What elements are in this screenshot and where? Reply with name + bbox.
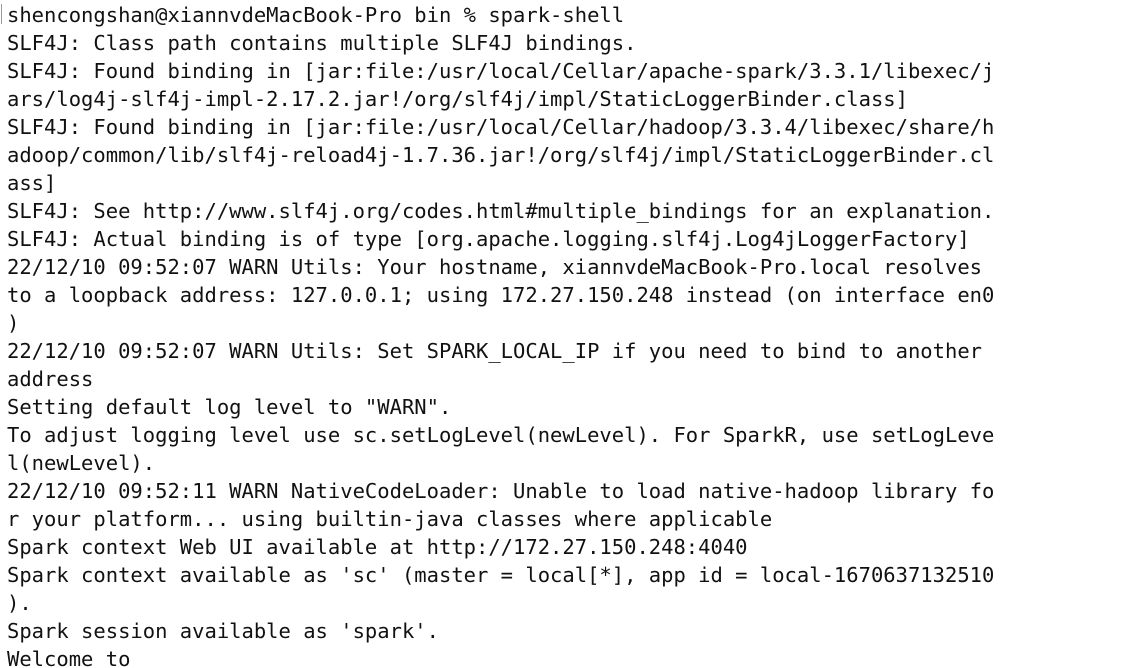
- terminal-window[interactable]: shencongshan@xiannvdeMacBook-Pro bin % s…: [0, 0, 1130, 668]
- output-line: Spark session available as 'spark'.: [7, 619, 439, 643]
- output-line: Welcome to: [7, 647, 131, 668]
- output-line: SLF4J: Class path contains multiple SLF4…: [7, 31, 637, 55]
- output-line: ).: [7, 591, 32, 615]
- output-line: ass]: [7, 171, 57, 195]
- output-line: To adjust logging level use sc.setLogLev…: [7, 423, 995, 447]
- output-line: to a loopback address: 127.0.0.1; using …: [7, 283, 995, 307]
- scroll-marker: [1, 4, 2, 24]
- output-line: adoop/common/lib/slf4j-reload4j-1.7.36.j…: [7, 143, 995, 167]
- output-line: 22/12/10 09:52:07 WARN Utils: Your hostn…: [7, 255, 983, 279]
- output-line: r your platform... using builtin-java cl…: [7, 507, 773, 531]
- output-line: SLF4J: Actual binding is of type [org.ap…: [7, 227, 970, 251]
- output-line: 22/12/10 09:52:11 WARN NativeCodeLoader:…: [7, 479, 995, 503]
- output-line: SLF4J: See http://www.slf4j.org/codes.ht…: [7, 199, 995, 223]
- output-line: l(newLevel).: [7, 451, 156, 475]
- terminal-output: shencongshan@xiannvdeMacBook-Pro bin % s…: [7, 0, 1130, 668]
- output-line: Spark context available as 'sc' (master …: [7, 563, 995, 587]
- output-line: ars/log4j-slf4j-impl-2.17.2.jar!/org/slf…: [7, 87, 908, 111]
- output-line: ): [7, 311, 20, 335]
- output-line: SLF4J: Found binding in [jar:file:/usr/l…: [7, 59, 995, 83]
- command-line: shencongshan@xiannvdeMacBook-Pro bin % s…: [7, 3, 625, 27]
- output-line: 22/12/10 09:52:07 WARN Utils: Set SPARK_…: [7, 339, 983, 363]
- output-line: SLF4J: Found binding in [jar:file:/usr/l…: [7, 115, 995, 139]
- output-line: Spark context Web UI available at http:/…: [7, 535, 748, 559]
- output-line: address: [7, 367, 94, 391]
- output-line: Setting default log level to "WARN".: [7, 395, 452, 419]
